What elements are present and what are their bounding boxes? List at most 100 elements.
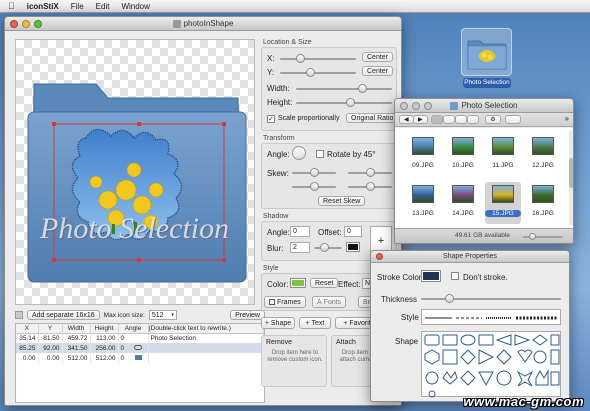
cell-angle: 0 [118,333,149,343]
zoom-button[interactable] [424,102,432,110]
photo-item[interactable]: 14.JPG [445,182,481,224]
cell-text[interactable] [148,353,264,363]
column-y[interactable]: Y [38,324,63,334]
icon-size-slider[interactable] [523,232,563,242]
cell-text[interactable]: Photo Selection [148,333,264,343]
close-button[interactable] [376,253,383,260]
tab-fonts[interactable]: A Fonts [312,296,347,308]
skew-slider-3[interactable] [292,182,336,192]
shadow-angle-field[interactable]: 0 [290,226,310,237]
forward-button[interactable]: ▶ [413,115,428,124]
add-separate-16-button[interactable]: Add separate 16x16 [27,310,100,320]
fonts-icon: A [317,298,322,306]
table-row[interactable]: 85.25 92.00 341.50 256.00 0 [16,343,264,353]
close-button[interactable] [10,20,18,28]
shape-picker[interactable] [421,331,561,398]
photo-thumbnail [532,185,554,203]
photo-item[interactable]: 11.JPG [485,134,521,176]
shadow-offset-label: Offset: [318,228,342,237]
stroke-color-well[interactable] [421,270,441,282]
photo-name: 12.JPG [532,162,554,169]
cell-text[interactable] [148,343,264,353]
photo-item[interactable]: 16.JPG [525,182,561,224]
remove-drop-zone[interactable]: Remove Drop item here to remove custom i… [261,335,327,387]
document-icon [172,19,181,28]
photo-item[interactable]: 13.JPG [405,182,441,224]
style-color-well[interactable] [290,278,306,288]
cell-y: 0.00 [38,353,63,363]
icon-canvas[interactable]: Photo Selection [15,39,255,305]
width-slider[interactable] [296,84,392,94]
skew-slider-4[interactable] [348,182,392,192]
table-row[interactable]: 0.00 0.00 512.00 512.00 0 [16,353,264,363]
arrange-button[interactable] [505,115,521,124]
height-slider[interactable] [296,98,392,108]
center-y-button[interactable]: Center [362,66,394,76]
shadow-offset-field[interactable]: 0 [344,226,362,237]
column-height[interactable]: Height [90,324,119,334]
scrollbar[interactable] [569,130,573,226]
width-label: Width: [267,84,290,93]
zoom-button[interactable] [34,20,42,28]
scale-proportionally-checkbox[interactable]: ✓ [267,115,275,123]
add-shape-button[interactable]: + Shape [261,317,295,329]
photo-window-titlebar[interactable]: Photo Selection [395,99,573,113]
folder-icon [467,40,507,70]
menu-window[interactable]: Window [121,2,149,11]
column-width[interactable]: Width [62,324,91,334]
desktop-icon-photo-selection[interactable]: Photo Selection [460,28,514,98]
minimize-button[interactable] [22,20,30,28]
rotate-45-checkbox[interactable] [316,150,324,158]
canvas-text-layer[interactable]: Photo Selection [40,212,240,246]
stroke-style-picker[interactable] [421,309,561,325]
back-button[interactable]: ◀ [399,115,414,124]
style-reset-button[interactable]: Reset [310,278,339,288]
shadow-blur-field[interactable]: 2 [290,242,310,253]
view-icons-button[interactable] [431,115,443,124]
overflow-chevron-icon[interactable]: » [565,114,569,123]
y-label: Y: [267,68,275,77]
action-gear-button[interactable]: ⚙ [485,115,501,124]
preview-button[interactable]: Preview [230,310,265,320]
max-icon-size-select[interactable]: 512 ▾ [148,310,177,320]
apple-menu-icon[interactable]:  [8,1,15,11]
skew-slider-1[interactable] [292,168,336,178]
photo-item[interactable]: 12.JPG [525,134,561,176]
shape-properties-titlebar[interactable]: Shape Properties [371,251,569,263]
main-window-titlebar[interactable]: photoInShape [5,17,401,31]
original-ratio-button[interactable]: Original Ratio [346,113,399,123]
photo-name: 16.JPG [532,210,554,217]
column-angle[interactable]: Angle [118,324,149,334]
center-x-button[interactable]: Center [362,52,394,62]
angle-dial[interactable] [292,146,306,160]
x-slider[interactable] [280,54,356,64]
add-text-button[interactable]: + Text [299,317,331,329]
cell-width: 512.00 [62,353,91,363]
view-coverflow-button[interactable] [467,115,479,124]
tab-frames[interactable]: Frames [264,296,306,308]
menu-file[interactable]: File [71,2,84,11]
reset-skew-button[interactable]: Reset Skew [318,196,366,206]
photo-item[interactable]: 15.JPG [485,182,521,224]
close-button[interactable] [400,102,408,110]
photo-item[interactable]: 09.JPG [405,134,441,176]
shadow-color-well[interactable] [346,242,360,252]
minimize-button[interactable] [412,102,420,110]
skew-slider-2[interactable] [348,168,392,178]
shadow-blur-slider[interactable] [314,243,342,253]
column-x[interactable]: X [16,324,39,334]
table-row[interactable]: 35.14 81.50 459.72 113.00 0 Photo Select… [16,333,264,343]
view-list-button[interactable] [443,115,455,124]
canvas-swatch[interactable] [15,311,23,319]
menu-edit[interactable]: Edit [96,2,110,11]
view-columns-button[interactable] [455,115,467,124]
main-window-title: photoInShape [183,19,234,28]
photo-item[interactable]: 10.JPG [445,134,481,176]
column-text[interactable]: (Double-click text to rewrite.) [148,324,264,334]
thickness-slider[interactable] [421,294,561,304]
app-menu[interactable]: iconStiX [27,2,59,11]
main-window: photoInShape Photo Selection Add separat… [4,16,402,406]
dont-stroke-checkbox[interactable] [451,272,459,280]
y-slider[interactable] [280,68,356,78]
style-label: Style [401,313,419,322]
